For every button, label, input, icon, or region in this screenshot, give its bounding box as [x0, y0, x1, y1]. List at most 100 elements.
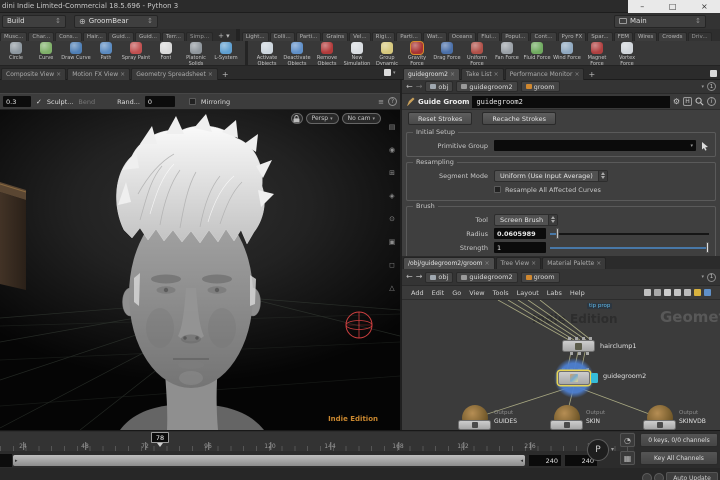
shelf-tab[interactable]: Parti... [296, 32, 322, 42]
menu-item[interactable]: Tools [493, 289, 509, 297]
close-tab-icon[interactable]: × [596, 260, 601, 267]
network-toolbar-icon[interactable] [694, 289, 701, 296]
brush-value-field[interactable]: 0.3 [3, 96, 31, 107]
close-tab-icon[interactable]: × [56, 71, 61, 78]
node-body[interactable] [558, 371, 590, 385]
pane-tab[interactable]: guidegroom2× [403, 68, 460, 80]
pane-tab[interactable]: Geometry Spreadsheet× [131, 68, 218, 80]
chevron-down-icon[interactable]: ▾ [690, 143, 693, 149]
shelf-tool[interactable]: Deactivate Objects [282, 42, 312, 66]
shelf-tool[interactable]: New Simulation [342, 42, 372, 66]
viewport-option-icon[interactable]: ◻ [389, 252, 395, 271]
range-slider[interactable]: ▸◂ [13, 455, 525, 466]
refresh-icon[interactable] [654, 473, 664, 480]
resample-checkbox[interactable] [494, 186, 501, 193]
maximize-icon[interactable]: □ [669, 3, 677, 11]
network-toolbar-icon[interactable] [704, 289, 711, 296]
network-toolbar-icon[interactable] [664, 289, 671, 296]
back-arrow-icon[interactable]: ← [406, 83, 413, 91]
radius-slider[interactable] [550, 228, 710, 239]
camera-selector[interactable]: No cam▾ [342, 113, 381, 124]
shelf-tool[interactable]: Platonic Solids [181, 42, 211, 66]
radius-field[interactable]: 0.0605989 [494, 228, 546, 239]
shelf-tool[interactable]: Magnet Force [582, 42, 612, 66]
shelf-tool[interactable]: Fan Force [492, 42, 522, 61]
close-tab-icon[interactable]: × [484, 260, 489, 267]
node-name-field[interactable]: guidegroom2 [472, 96, 669, 108]
playback-options-button[interactable]: P [587, 439, 609, 461]
recache-strokes-button[interactable]: Recache Strokes [482, 112, 556, 125]
node-output-skinvdb[interactable]: Output SKINVDB [643, 405, 718, 430]
breadcrumb-guidegroom[interactable]: guidegroom2 [456, 81, 517, 92]
shelf-tool[interactable]: Uniform Force [462, 42, 492, 66]
rand-value-field[interactable]: 0 [145, 96, 175, 107]
shelf-tab[interactable]: Guid... [108, 32, 134, 42]
group-title[interactable]: Resampling [413, 159, 457, 166]
back-arrow-icon[interactable]: ← [406, 273, 413, 281]
viewport-option-icon[interactable]: ◈ [389, 183, 394, 202]
menu-item[interactable]: Go [452, 289, 461, 297]
viewport-option-icon[interactable]: ◉ [389, 137, 395, 156]
shelf-tab[interactable]: Rigi... [372, 32, 396, 42]
shelf-tab[interactable]: FEM [614, 32, 633, 42]
help-icon[interactable]: ? [388, 97, 397, 106]
pane-tab[interactable]: /obj/guidegroom2/groom× [403, 257, 495, 269]
rand-label[interactable]: Rand... [117, 98, 140, 106]
breadcrumb-groom[interactable]: groom [521, 272, 560, 283]
shelf-tool[interactable]: Fluid Force [522, 42, 552, 61]
key-all-channels-button[interactable]: Key All Channels [640, 451, 718, 465]
shelf-tool[interactable]: Path [91, 42, 121, 61]
add-shelf-tab-button[interactable]: + ▾ [214, 32, 234, 41]
keys-status-button[interactable]: 0 keys, 0/0 channels [640, 433, 718, 447]
shelf-tool[interactable]: Circle [1, 42, 31, 61]
display-options-icon[interactable]: ≡ [378, 98, 384, 106]
chevron-down-icon[interactable]: ▾ [701, 274, 704, 280]
shelf-tool[interactable]: Draw Curve [61, 42, 91, 61]
shelf-tab[interactable]: Cons... [55, 32, 82, 42]
menu-item[interactable]: Help [570, 289, 585, 297]
update-mode-icon[interactable] [642, 473, 652, 480]
shelf-tool[interactable]: Curve [31, 42, 61, 61]
shelf-tool[interactable]: Gravity Force [402, 42, 432, 66]
range-start-box[interactable] [0, 454, 12, 467]
viewport-option-icon[interactable]: ⊞ [389, 160, 395, 179]
close-tab-icon[interactable]: × [120, 71, 125, 78]
node-hairclump1[interactable]: hairclump1 [562, 340, 682, 352]
segment-mode-dropdown[interactable]: Uniform (Use Input Average) [494, 170, 608, 182]
shelf-tab[interactable]: Oceans [448, 32, 476, 42]
range-end-field[interactable]: 240 [529, 455, 561, 466]
pane-link-badge[interactable]: 1 [707, 273, 716, 282]
strength-slider[interactable] [550, 242, 710, 253]
close-tab-icon[interactable]: × [450, 71, 455, 78]
output-flag[interactable] [591, 373, 598, 383]
close-tab-icon[interactable]: × [494, 71, 499, 78]
current-frame-indicator[interactable]: 78 [151, 432, 169, 443]
close-tab-icon[interactable]: × [531, 260, 536, 267]
viewport-option-icon[interactable]: △ [389, 275, 394, 294]
chevron-down-icon[interactable]: ▾ [611, 446, 614, 453]
new-pane-tab-button[interactable]: + [585, 70, 598, 80]
forward-arrow-icon[interactable]: → [416, 83, 423, 91]
shelf-tool[interactable]: Font [151, 42, 181, 61]
shelf-tool[interactable]: Wind Force [552, 42, 582, 61]
shelf-tab[interactable]: Driv... [688, 32, 712, 42]
brush-tool-dropdown[interactable]: Screen Brush [494, 214, 558, 226]
pane-tab[interactable]: Take List× [461, 68, 504, 80]
viewport-option-icon[interactable]: ▣ [389, 229, 396, 248]
strength-field[interactable]: 1 [494, 242, 546, 253]
shelf-tab[interactable]: Popul... [501, 32, 529, 42]
menu-item[interactable]: Edit [432, 289, 445, 297]
tool-context-combo[interactable]: ⊕ GroomBear ↕ [74, 15, 158, 28]
primitive-group-field[interactable]: ▾ [494, 140, 696, 151]
shelf-tab[interactable]: Terr... [162, 32, 185, 42]
shelf-tool[interactable]: Spray Paint [121, 42, 151, 61]
new-pane-tab-button[interactable]: + [219, 70, 232, 80]
pane-tab[interactable]: Motion FX View× [67, 68, 130, 80]
layout-preset-combo[interactable]: Build ↕ [2, 15, 66, 28]
network-toolbar-icon[interactable] [644, 289, 651, 296]
shelf-tab[interactable]: Vel... [349, 32, 371, 42]
reset-strokes-button[interactable]: Reset Strokes [408, 112, 472, 125]
range-left-arrow-icon[interactable]: ▸ [15, 458, 18, 464]
viewport-3d[interactable]: Persp▾ No cam▾ ▤◉⊞◈⊙▣◻△ Indie Edition [0, 110, 400, 430]
shelf-tab[interactable]: Colli... [270, 32, 295, 42]
